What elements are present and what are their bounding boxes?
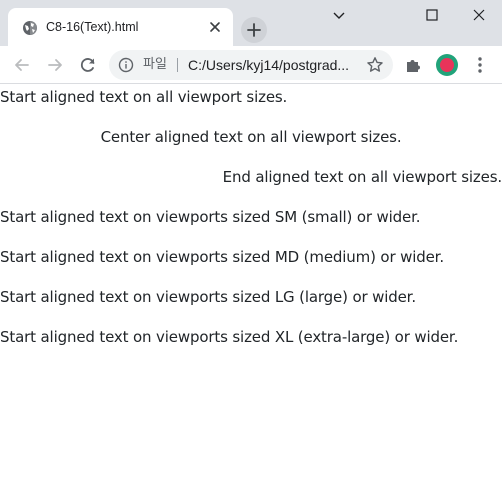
text-start-lg: Start aligned text on viewports sized LG…	[0, 288, 416, 306]
address-url[interactable]: C:/Users/kyj14/postgrad...	[188, 50, 349, 80]
text-start-xl: Start aligned text on viewports sized XL…	[0, 328, 459, 346]
star-icon[interactable]	[366, 56, 384, 74]
text-end-all: End aligned text on all viewport sizes.	[222, 168, 502, 186]
browser-tab-active[interactable]: C8-16(Text).html	[8, 8, 233, 46]
kebab-menu-icon[interactable]	[472, 56, 488, 74]
site-chip-label: 파일	[143, 57, 167, 72]
text-center-all: Center aligned text on all viewport size…	[100, 128, 402, 146]
arrow-right-icon[interactable]	[45, 55, 65, 75]
close-icon[interactable]	[207, 19, 223, 35]
address-divider	[177, 58, 178, 72]
text-start-md: Start aligned text on viewports sized MD…	[0, 248, 444, 266]
minimize-icon[interactable]	[328, 5, 350, 25]
text-start-all: Start aligned text on all viewport sizes…	[0, 88, 288, 106]
page-content: Start aligned text on all viewport sizes…	[0, 85, 502, 495]
arrow-left-icon[interactable]	[12, 55, 32, 75]
info-icon[interactable]	[118, 57, 134, 73]
address-bar[interactable]: 파일 C:/Users/kyj14/postgrad...	[109, 50, 393, 80]
avatar-fill	[440, 58, 454, 72]
plus-icon	[247, 23, 261, 37]
reload-icon[interactable]	[78, 55, 98, 75]
text-start-sm: Start aligned text on viewports sized SM…	[0, 208, 421, 226]
avatar-icon[interactable]	[436, 54, 458, 76]
browser-toolbar: 파일 C:/Users/kyj14/postgrad...	[0, 46, 502, 84]
maximize-icon[interactable]	[421, 5, 443, 25]
new-tab-button[interactable]	[241, 17, 267, 43]
tab-title: C8-16(Text).html	[46, 20, 139, 34]
window-close-icon[interactable]	[468, 5, 490, 25]
browser-tab-strip: C8-16(Text).html	[0, 0, 502, 46]
puzzle-icon[interactable]	[404, 56, 422, 74]
globe-icon	[23, 21, 37, 35]
